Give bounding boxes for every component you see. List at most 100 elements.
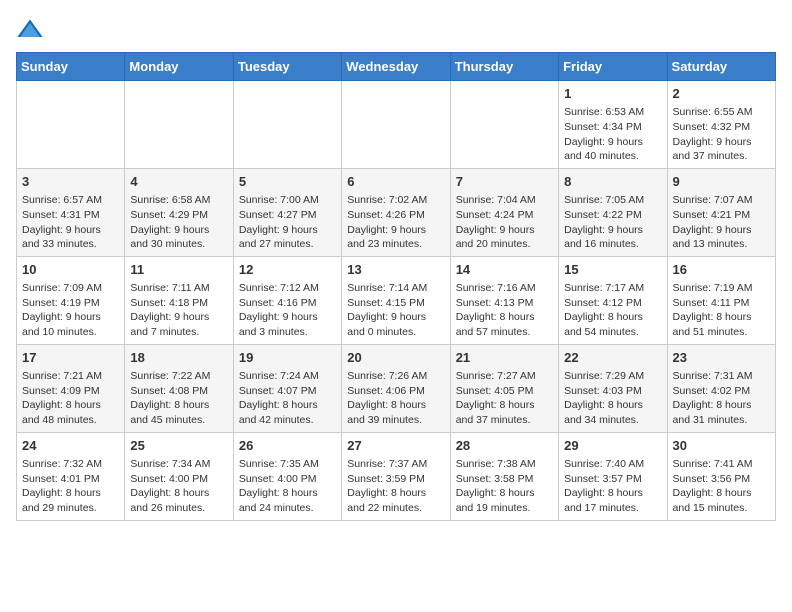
column-header-saturday: Saturday — [667, 53, 775, 81]
day-info: Sunrise: 7:00 AM Sunset: 4:27 PM Dayligh… — [239, 193, 336, 252]
day-number: 29 — [564, 437, 661, 455]
column-header-tuesday: Tuesday — [233, 53, 341, 81]
calendar-cell: 10Sunrise: 7:09 AM Sunset: 4:19 PM Dayli… — [17, 256, 125, 344]
column-header-sunday: Sunday — [17, 53, 125, 81]
calendar-week-row: 24 Sunrise: 7:32 AM Sunset: 4:01 PM Dayli… — [17, 432, 776, 520]
day-number: 20 — [347, 349, 444, 367]
day-number: 7 — [456, 173, 553, 191]
page-header — [16, 16, 776, 44]
calendar-cell: 23 Sunrise: 7:31 AM Sunset: 4:02 PM Dayli… — [667, 344, 775, 432]
day-info: Sunrise: 7:07 AM Sunset: 4:21 PM Dayligh… — [673, 193, 770, 252]
day-info: Sunrise: 7:40 AM Sunset: 3:57 PM Dayligh… — [564, 457, 661, 516]
calendar-cell: 25Sunrise: 7:34 AM Sunset: 4:00 PM Dayli… — [125, 432, 233, 520]
day-number: 26 — [239, 437, 336, 455]
calendar-cell: 20 Sunrise: 7:26 AM Sunset: 4:06 PM Dayli… — [342, 344, 450, 432]
day-info: Sunrise: 7:41 AM Sunset: 3:56 PM Dayligh… — [673, 457, 770, 516]
calendar-cell: 2 Sunrise: 6:55 AM Sunset: 4:32 PM Daylig… — [667, 81, 775, 169]
day-info: Sunrise: 6:57 AM Sunset: 4:31 PM Dayligh… — [22, 193, 119, 252]
day-number: 19 — [239, 349, 336, 367]
calendar-cell: 4Sunrise: 6:58 AM Sunset: 4:29 PM Daylig… — [125, 168, 233, 256]
day-number: 24 — [22, 437, 119, 455]
day-number: 27 — [347, 437, 444, 455]
calendar-cell: 9Sunrise: 7:07 AM Sunset: 4:21 PM Daylig… — [667, 168, 775, 256]
day-number: 12 — [239, 261, 336, 279]
calendar-cell — [17, 81, 125, 169]
day-info: Sunrise: 7:04 AM Sunset: 4:24 PM Dayligh… — [456, 193, 553, 252]
calendar-week-row: 3 Sunrise: 6:57 AM Sunset: 4:31 PM Daylig… — [17, 168, 776, 256]
day-number: 28 — [456, 437, 553, 455]
calendar-cell: 1Sunrise: 6:53 AM Sunset: 4:34 PM Daylig… — [559, 81, 667, 169]
day-info: Sunrise: 7:22 AM Sunset: 4:08 PM Dayligh… — [130, 369, 227, 428]
column-header-wednesday: Wednesday — [342, 53, 450, 81]
calendar-cell: 3 Sunrise: 6:57 AM Sunset: 4:31 PM Daylig… — [17, 168, 125, 256]
day-info: Sunrise: 7:02 AM Sunset: 4:26 PM Dayligh… — [347, 193, 444, 252]
day-number: 3 — [22, 173, 119, 191]
calendar-cell: 8 Sunrise: 7:05 AM Sunset: 4:22 PM Daylig… — [559, 168, 667, 256]
day-number: 5 — [239, 173, 336, 191]
day-info: Sunrise: 7:12 AM Sunset: 4:16 PM Dayligh… — [239, 281, 336, 340]
logo — [16, 16, 48, 44]
calendar-cell: 29 Sunrise: 7:40 AM Sunset: 3:57 PM Dayli… — [559, 432, 667, 520]
calendar-table: SundayMondayTuesdayWednesdayThursdayFrid… — [16, 52, 776, 521]
day-info: Sunrise: 7:38 AM Sunset: 3:58 PM Dayligh… — [456, 457, 553, 516]
calendar-cell: 27 Sunrise: 7:37 AM Sunset: 3:59 PM Dayli… — [342, 432, 450, 520]
day-info: Sunrise: 7:16 AM Sunset: 4:13 PM Dayligh… — [456, 281, 553, 340]
column-header-monday: Monday — [125, 53, 233, 81]
calendar-header-row: SundayMondayTuesdayWednesdayThursdayFrid… — [17, 53, 776, 81]
column-header-thursday: Thursday — [450, 53, 558, 81]
day-info: Sunrise: 7:32 AM Sunset: 4:01 PM Dayligh… — [22, 457, 119, 516]
day-info: Sunrise: 7:29 AM Sunset: 4:03 PM Dayligh… — [564, 369, 661, 428]
day-number: 22 — [564, 349, 661, 367]
calendar-cell: 13 Sunrise: 7:14 AM Sunset: 4:15 PM Dayli… — [342, 256, 450, 344]
day-number: 1 — [564, 85, 661, 103]
calendar-cell: 11 Sunrise: 7:11 AM Sunset: 4:18 PM Dayli… — [125, 256, 233, 344]
day-number: 15 — [564, 261, 661, 279]
day-info: Sunrise: 6:55 AM Sunset: 4:32 PM Dayligh… — [673, 105, 770, 164]
day-info: Sunrise: 7:05 AM Sunset: 4:22 PM Dayligh… — [564, 193, 661, 252]
day-info: Sunrise: 6:58 AM Sunset: 4:29 PM Dayligh… — [130, 193, 227, 252]
calendar-cell: 19 Sunrise: 7:24 AM Sunset: 4:07 PM Dayli… — [233, 344, 341, 432]
day-info: Sunrise: 7:27 AM Sunset: 4:05 PM Dayligh… — [456, 369, 553, 428]
calendar-cell: 7 Sunrise: 7:04 AM Sunset: 4:24 PM Daylig… — [450, 168, 558, 256]
calendar-cell: 26 Sunrise: 7:35 AM Sunset: 4:00 PM Dayli… — [233, 432, 341, 520]
calendar-cell: 12 Sunrise: 7:12 AM Sunset: 4:16 PM Dayli… — [233, 256, 341, 344]
day-info: Sunrise: 7:37 AM Sunset: 3:59 PM Dayligh… — [347, 457, 444, 516]
calendar-cell: 16 Sunrise: 7:19 AM Sunset: 4:11 PM Dayli… — [667, 256, 775, 344]
day-number: 2 — [673, 85, 770, 103]
calendar-cell: 18 Sunrise: 7:22 AM Sunset: 4:08 PM Dayli… — [125, 344, 233, 432]
calendar-cell: 28 Sunrise: 7:38 AM Sunset: 3:58 PM Dayli… — [450, 432, 558, 520]
day-number: 17 — [22, 349, 119, 367]
day-number: 8 — [564, 173, 661, 191]
day-number: 23 — [673, 349, 770, 367]
day-info: Sunrise: 7:35 AM Sunset: 4:00 PM Dayligh… — [239, 457, 336, 516]
day-info: Sunrise: 7:21 AM Sunset: 4:09 PM Dayligh… — [22, 369, 119, 428]
day-number: 16 — [673, 261, 770, 279]
calendar-cell: 6Sunrise: 7:02 AM Sunset: 4:26 PM Daylig… — [342, 168, 450, 256]
column-header-friday: Friday — [559, 53, 667, 81]
day-number: 11 — [130, 261, 227, 279]
calendar-cell — [450, 81, 558, 169]
day-number: 14 — [456, 261, 553, 279]
day-info: Sunrise: 7:31 AM Sunset: 4:02 PM Dayligh… — [673, 369, 770, 428]
day-number: 13 — [347, 261, 444, 279]
calendar-week-row: 17 Sunrise: 7:21 AM Sunset: 4:09 PM Dayli… — [17, 344, 776, 432]
calendar-cell: 5 Sunrise: 7:00 AM Sunset: 4:27 PM Daylig… — [233, 168, 341, 256]
calendar-cell — [233, 81, 341, 169]
day-number: 25 — [130, 437, 227, 455]
calendar-cell: 15 Sunrise: 7:17 AM Sunset: 4:12 PM Dayli… — [559, 256, 667, 344]
calendar-cell: 14 Sunrise: 7:16 AM Sunset: 4:13 PM Dayli… — [450, 256, 558, 344]
day-info: Sunrise: 7:26 AM Sunset: 4:06 PM Dayligh… — [347, 369, 444, 428]
day-info: Sunrise: 7:19 AM Sunset: 4:11 PM Dayligh… — [673, 281, 770, 340]
day-number: 18 — [130, 349, 227, 367]
day-info: Sunrise: 7:09 AM Sunset: 4:19 PM Dayligh… — [22, 281, 119, 340]
calendar-week-row: 10Sunrise: 7:09 AM Sunset: 4:19 PM Dayli… — [17, 256, 776, 344]
day-info: Sunrise: 7:14 AM Sunset: 4:15 PM Dayligh… — [347, 281, 444, 340]
day-info: Sunrise: 7:11 AM Sunset: 4:18 PM Dayligh… — [130, 281, 227, 340]
calendar-cell: 22 Sunrise: 7:29 AM Sunset: 4:03 PM Dayli… — [559, 344, 667, 432]
calendar-cell — [125, 81, 233, 169]
day-info: Sunrise: 7:17 AM Sunset: 4:12 PM Dayligh… — [564, 281, 661, 340]
calendar-cell: 21Sunrise: 7:27 AM Sunset: 4:05 PM Dayli… — [450, 344, 558, 432]
calendar-cell — [342, 81, 450, 169]
day-number: 30 — [673, 437, 770, 455]
day-info: Sunrise: 7:24 AM Sunset: 4:07 PM Dayligh… — [239, 369, 336, 428]
